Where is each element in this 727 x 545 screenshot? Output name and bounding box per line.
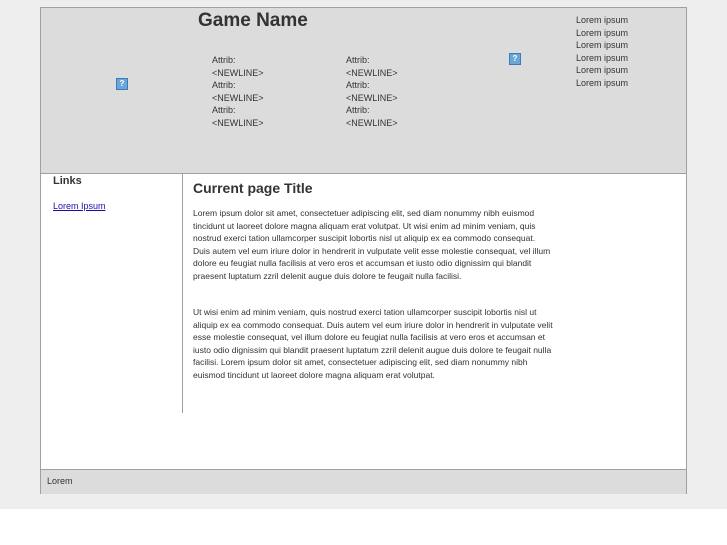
attribute-label: Attrib:: [346, 55, 370, 65]
side-list-item: Lorem ipsum: [576, 65, 629, 75]
side-list-item: Lorem ipsum: [576, 27, 629, 38]
attribute-value: <NEWLINE>: [346, 67, 398, 78]
header: ? Game Name Attrib: <NEWLINE> Attrib: <N…: [41, 8, 686, 174]
attribute-label: Attrib:: [212, 80, 236, 90]
side-list-item: Lorem ipsum: [576, 52, 629, 63]
page-background: ? Game Name Attrib: <NEWLINE> Attrib: <N…: [0, 0, 727, 509]
attribute-label: Attrib:: [346, 80, 370, 90]
sidebar-link-lorem-ipsum[interactable]: Lorem Ipsum: [53, 201, 106, 211]
attribute-value: <NEWLINE>: [346, 92, 398, 103]
attribute-label: Attrib:: [212, 55, 236, 65]
footer: Lorem: [41, 469, 686, 494]
attributes-right: Attrib: <NEWLINE> Attrib: <NEWLINE> Attr…: [346, 54, 398, 129]
attribute-value: <NEWLINE>: [212, 117, 264, 128]
side-list-item: Lorem ipsum: [576, 77, 629, 88]
side-list-item: Lorem ipsum: [576, 40, 629, 50]
sidebar: Links Lorem Ipsum: [41, 174, 183, 413]
attribute-value: <NEWLINE>: [212, 92, 264, 103]
page-frame: ? Game Name Attrib: <NEWLINE> Attrib: <N…: [40, 7, 687, 494]
content-paragraph: Ut wisi enim ad minim veniam, quis nostr…: [193, 307, 553, 380]
attribute-label: Attrib:: [212, 105, 236, 115]
attribute-value: <NEWLINE>: [346, 117, 398, 128]
links-heading: Links: [53, 175, 82, 187]
attribute-label: Attrib:: [346, 105, 370, 115]
footer-text: Lorem: [47, 476, 73, 486]
game-name-title: Game Name: [198, 10, 308, 31]
page-title: Current page Title: [193, 180, 313, 196]
content-paragraph: Lorem ipsum dolor sit amet, consectetuer…: [193, 208, 551, 281]
header-side-list: Lorem ipsum Lorem ipsum Lorem ipsum Lore…: [576, 14, 628, 89]
logo-image-icon: ?: [116, 78, 128, 90]
header-image-icon: ?: [509, 53, 521, 65]
attribute-value: <NEWLINE>: [212, 67, 264, 78]
side-list-item: Lorem ipsum: [576, 15, 629, 25]
attributes-left: Attrib: <NEWLINE> Attrib: <NEWLINE> Attr…: [212, 54, 264, 129]
